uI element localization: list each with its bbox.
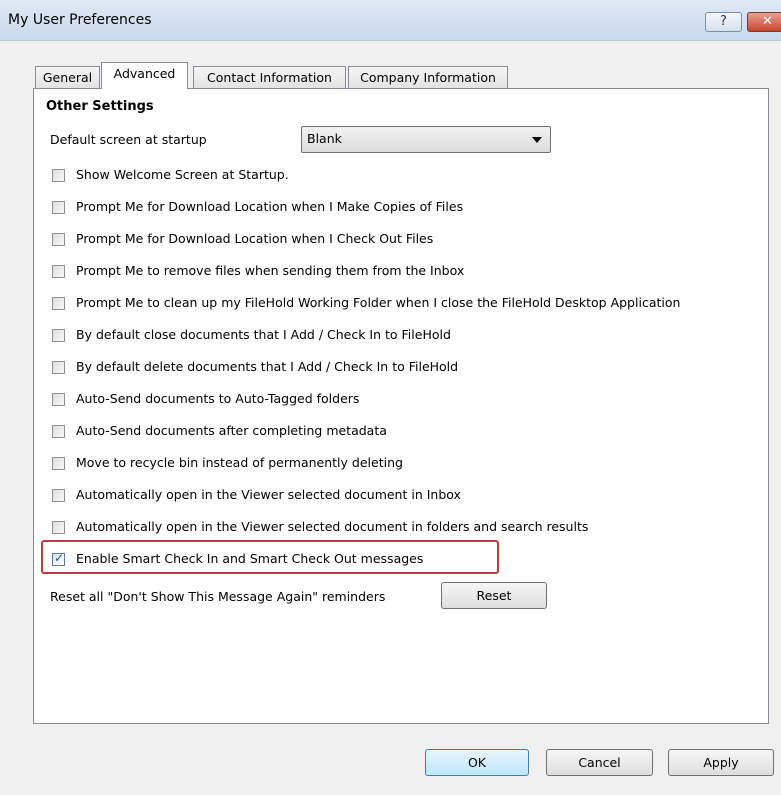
option-label: Move to recycle bin instead of permanent… — [76, 455, 403, 470]
option-label: By default delete documents that I Add /… — [76, 359, 459, 374]
checkbox[interactable] — [52, 457, 65, 470]
option-label: Automatically open in the Viewer selecte… — [76, 487, 461, 502]
tab-contact-information[interactable]: Contact Information — [193, 66, 346, 88]
help-button[interactable]: ? — [705, 12, 742, 32]
startup-screen-select[interactable]: Blank — [301, 126, 551, 153]
checkbox[interactable] — [52, 329, 65, 342]
option-label: Prompt Me for Download Location when I M… — [76, 199, 464, 214]
checkbox[interactable] — [52, 169, 65, 182]
startup-screen-value: Blank — [307, 131, 342, 146]
option-label: Enable Smart Check In and Smart Check Ou… — [76, 551, 424, 566]
startup-label: Default screen at startup — [50, 132, 207, 147]
close-icon: ✕ — [762, 14, 773, 29]
chevron-down-icon — [532, 137, 542, 143]
option-label: Automatically open in the Viewer selecte… — [76, 519, 589, 534]
apply-button[interactable]: Apply — [668, 749, 774, 776]
tab-general[interactable]: General — [35, 66, 100, 88]
option-label: By default close documents that I Add / … — [76, 327, 451, 342]
option-label: Auto-Send documents to Auto-Tagged folde… — [76, 391, 360, 406]
section-title: Other Settings — [46, 99, 154, 114]
advanced-panel: Other Settings Default screen at startup… — [33, 88, 769, 724]
checkbox[interactable] — [52, 233, 65, 246]
checkbox-checked[interactable] — [52, 551, 65, 566]
checkbox[interactable] — [52, 201, 65, 214]
option-label: Prompt Me for Download Location when I C… — [76, 231, 434, 246]
checkbox[interactable] — [52, 521, 65, 534]
checkbox[interactable] — [52, 265, 65, 278]
checkbox[interactable] — [52, 393, 65, 406]
close-button[interactable]: ✕ — [747, 12, 781, 32]
option-label: Auto-Send documents after completing met… — [76, 423, 387, 438]
ok-button[interactable]: OK — [425, 749, 529, 776]
checkbox[interactable] — [52, 297, 65, 310]
window-title: My User Preferences — [8, 12, 152, 28]
title-bar: My User Preferences ? ✕ — [0, 0, 781, 41]
help-icon: ? — [720, 14, 727, 29]
preferences-dialog: My User Preferences ? ✕ General Advanced… — [0, 0, 781, 795]
checkbox[interactable] — [52, 425, 65, 438]
reset-button[interactable]: Reset — [441, 582, 547, 609]
option-label: Prompt Me to clean up my FileHold Workin… — [76, 295, 681, 310]
tab-company-information[interactable]: Company Information — [348, 66, 508, 88]
tab-advanced[interactable]: Advanced — [101, 62, 188, 89]
cancel-button[interactable]: Cancel — [546, 749, 653, 776]
option-label: Prompt Me to remove files when sending t… — [76, 263, 465, 278]
checkbox[interactable] — [52, 489, 65, 502]
checkbox[interactable] — [52, 361, 65, 374]
reset-reminders-label: Reset all "Don't Show This Message Again… — [50, 589, 386, 604]
option-label: Show Welcome Screen at Startup. — [76, 167, 289, 182]
